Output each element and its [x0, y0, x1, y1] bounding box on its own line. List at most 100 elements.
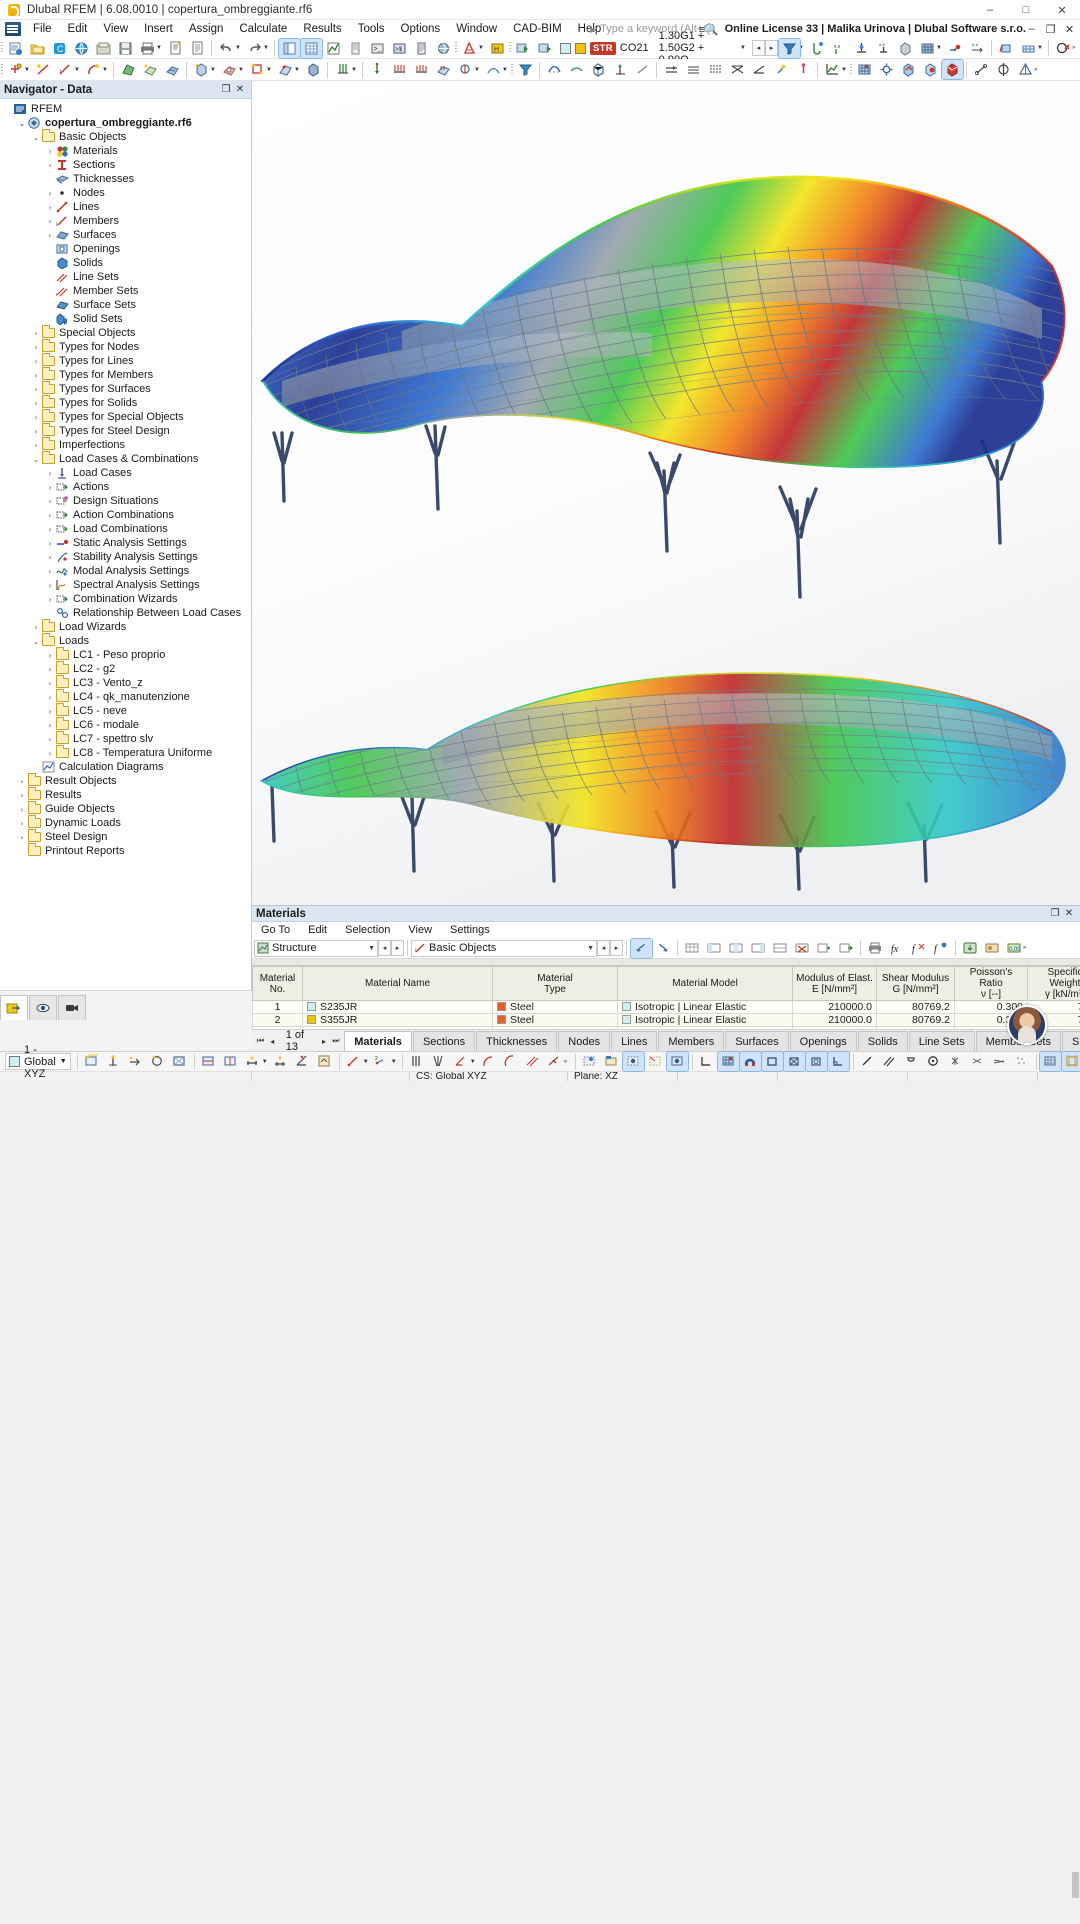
model-viewport-3d[interactable] — [252, 81, 1080, 905]
insert-row-button[interactable] — [814, 939, 835, 958]
tree-item-lc7-spettro-slv[interactable]: ›LC7 - spettro slv — [0, 732, 251, 746]
data-tab-surfaces[interactable]: Surfaces — [725, 1031, 788, 1051]
menu-assign[interactable]: Assign — [181, 21, 232, 37]
console-button[interactable]: >_ — [367, 39, 388, 58]
materials-menu-goto[interactable]: Go To — [252, 923, 299, 937]
result-type-2-button[interactable] — [683, 60, 704, 79]
point-snap-button[interactable] — [343, 1052, 364, 1071]
tree-item-printout-reports[interactable]: Printout Reports — [0, 844, 251, 858]
cell-modulus-elasticity[interactable]: 210000.0 — [793, 1001, 877, 1014]
collapse-chevron-icon[interactable]: ⌄ — [30, 455, 42, 464]
expand-chevron-icon[interactable]: › — [30, 343, 42, 352]
tree-item-lc2-g2[interactable]: ›LC2 - g2 — [0, 662, 251, 676]
show-tables-button[interactable] — [301, 39, 322, 58]
tree-item-rfem[interactable]: RFEM — [0, 102, 251, 116]
new-model-button[interactable] — [5, 39, 26, 58]
tree-item-lc5-neve[interactable]: ›LC5 - neve — [0, 704, 251, 718]
import-button[interactable] — [513, 39, 534, 58]
user-avatar[interactable] — [1007, 1005, 1047, 1045]
load-combination-selector[interactable]: STR CO21 1.30G1 + 1.50G2 + 0.90Q... ▼ — [556, 39, 752, 58]
expand-chevron-icon[interactable]: › — [16, 791, 28, 800]
parallel-offset-button[interactable] — [522, 1052, 543, 1071]
table-col-1-button[interactable] — [682, 939, 703, 958]
tree-item-action-combinations[interactable]: ›Action Combinations — [0, 508, 251, 522]
osnap-dots-button[interactable] — [1011, 1052, 1032, 1071]
tree-item-line-sets[interactable]: Line Sets — [0, 270, 251, 284]
table-row[interactable]: 2S355JRSteelIsotropic | Linear Elastic21… — [253, 1014, 1080, 1027]
tree-item-load-combinations[interactable]: ›Load Combinations — [0, 522, 251, 536]
toolbar2-grip-3[interactable] — [849, 62, 853, 78]
combination-next-button[interactable]: ▸ — [765, 40, 778, 56]
undo-button[interactable] — [216, 39, 237, 58]
fe-mesh-button[interactable] — [854, 60, 875, 79]
member-load-button[interactable] — [389, 60, 410, 79]
result-type-3-button[interactable] — [705, 60, 726, 79]
objects-next-button[interactable]: ▸ — [610, 940, 623, 956]
show-panel-button[interactable] — [345, 39, 366, 58]
render-mode-button[interactable] — [459, 39, 480, 58]
new-node-button[interactable] — [5, 60, 26, 79]
cell-material-type[interactable]: Steel — [493, 1014, 618, 1027]
view-frame-button[interactable] — [1062, 1052, 1080, 1071]
data-tab-materials[interactable]: Materials — [344, 1031, 412, 1051]
expand-chevron-icon[interactable]: › — [30, 427, 42, 436]
show-supports-button[interactable] — [851, 39, 872, 58]
tree-item-basic-objects[interactable]: ⌄Basic Objects — [0, 130, 251, 144]
show-support-values-button[interactable]: x.x — [873, 39, 894, 58]
expand-chevron-icon[interactable]: › — [30, 329, 42, 338]
tree-item-imperfections[interactable]: ›Imperfections — [0, 438, 251, 452]
show-diagram-button[interactable] — [323, 39, 344, 58]
new-line-support-button[interactable] — [275, 60, 296, 79]
table-col-4-button[interactable] — [748, 939, 769, 958]
osnap-square-button[interactable] — [762, 1052, 783, 1071]
line-results-button[interactable] — [632, 60, 653, 79]
new-surface-mesh-button[interactable] — [162, 60, 183, 79]
tree-item-copertura-ombreggiante-rf6[interactable]: ⌄copertura_ombreggiante.rf6 — [0, 116, 251, 130]
show-mesh-button[interactable] — [917, 39, 938, 58]
data-tab-line-sets[interactable]: Line Sets — [909, 1031, 975, 1051]
tree-item-member-sets[interactable]: IMember Sets — [0, 284, 251, 298]
tree-item-load-cases[interactable]: ›Load Cases — [0, 466, 251, 480]
clipping-plane-button[interactable] — [1015, 60, 1036, 79]
tree-item-calculation-diagrams[interactable]: Calculation Diagrams — [0, 760, 251, 774]
col-modulus-elasticity[interactable]: Modulus of Elast.E [N/mm²] — [793, 967, 877, 1001]
decimal-places-button[interactable]: 0,00 — [1004, 939, 1025, 958]
toolbar-grip-2[interactable] — [454, 40, 458, 56]
coord-chevron-down-icon[interactable]: ▼ — [60, 1058, 67, 1065]
expand-chevron-icon[interactable]: › — [44, 567, 56, 576]
calculate-selected-button[interactable] — [920, 60, 941, 79]
expand-chevron-icon[interactable]: › — [44, 511, 56, 520]
col-material-type[interactable]: MaterialType — [493, 967, 618, 1001]
toolbar2-grip[interactable] — [0, 62, 4, 78]
expand-chevron-icon[interactable]: › — [30, 441, 42, 450]
tree-item-lc1-peso-proprio[interactable]: ›LC1 - Peso proprio — [0, 648, 251, 662]
show-hinges-button[interactable] — [945, 39, 966, 58]
tree-item-combination-wizards[interactable]: ›Combination Wizards — [0, 592, 251, 606]
osnap-parallel-button[interactable] — [879, 1052, 900, 1071]
osnap-grid-button[interactable] — [718, 1052, 739, 1071]
expand-chevron-icon[interactable]: › — [44, 581, 56, 590]
save-button[interactable] — [115, 39, 136, 58]
result-probe-button[interactable] — [793, 60, 814, 79]
expand-chevron-icon[interactable]: › — [44, 231, 56, 240]
col-poissons-ratio[interactable]: Poisson's Ratioν [--] — [955, 967, 1028, 1001]
col-material-name[interactable]: Material Name — [303, 967, 493, 1001]
structure-chevron-down-icon[interactable]: ▼ — [368, 945, 375, 952]
objects-filter-select[interactable]: I Basic Objects ▼ — [411, 940, 597, 957]
calculate-all-button[interactable] — [898, 60, 919, 79]
tree-item-steel-design[interactable]: ›Steel Design — [0, 830, 251, 844]
osnap-magnet-button[interactable] — [740, 1052, 761, 1071]
section-cut-button[interactable] — [993, 60, 1014, 79]
result-wizard-button[interactable] — [771, 60, 792, 79]
dimension-2-button[interactable] — [270, 1052, 291, 1071]
expand-chevron-icon[interactable]: › — [44, 483, 56, 492]
parallel-lines-button[interactable] — [406, 1052, 427, 1071]
menu-cad-bim[interactable]: CAD-BIM — [505, 21, 570, 37]
corner-snap-button[interactable] — [696, 1052, 717, 1071]
menu-options[interactable]: Options — [393, 21, 449, 37]
menu-tools[interactable]: Tools — [350, 21, 393, 37]
materials-menu-view[interactable]: View — [399, 923, 441, 937]
grid-snap-button[interactable] — [103, 1052, 124, 1071]
result-type-4-button[interactable] — [727, 60, 748, 79]
expand-chevron-icon[interactable]: › — [44, 189, 56, 198]
